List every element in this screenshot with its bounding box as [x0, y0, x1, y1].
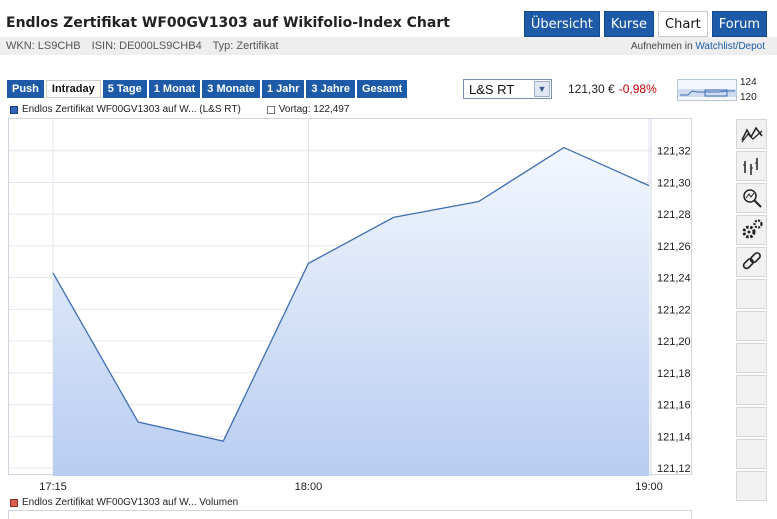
- y-tick-label: 121,28: [657, 209, 691, 221]
- tab-forum[interactable]: Forum: [711, 11, 767, 37]
- isin-label: ISIN: DE000LS9CHB4: [91, 40, 202, 52]
- y-tick-label: 121,24: [657, 273, 691, 285]
- y-tick-label: 121,30: [657, 177, 691, 189]
- series-legend-label: Endlos Zertifikat WF00GV1303 auf W... (L…: [22, 104, 241, 115]
- toolbar-empty-slot-1: [736, 279, 767, 309]
- watchlist-depot-link[interactable]: Watchlist/Depot: [695, 41, 765, 52]
- price-chart[interactable]: 121,12 121,14 121,16 121,18 121,20 121,22 121,…: [8, 118, 692, 493]
- time-range-bar: Push Intraday 5 Tage 1 Monat 3 Monate 1 …: [7, 80, 408, 98]
- volume-swatch: [10, 498, 18, 507]
- last-price: 121,30 €: [568, 82, 615, 96]
- exchange-select-value: L&S RT: [469, 82, 515, 97]
- add-to-label: Aufnehmen in: [630, 41, 693, 52]
- ohlc-bars-icon[interactable]: [736, 151, 767, 181]
- toolbar-empty-slot-7: [736, 471, 767, 501]
- volume-legend: Endlos Zertifikat WF00GV1303 auf W... Vo…: [10, 497, 238, 508]
- previous-day-swatch: [266, 105, 275, 114]
- y-tick-label: 121,26: [657, 241, 691, 253]
- range-1-monat-button[interactable]: 1 Monat: [148, 80, 201, 98]
- toolbar-empty-slot-4: [736, 375, 767, 405]
- previous-day-label: Vortag: 122,497: [278, 104, 350, 115]
- page-title: Endlos Zertifikat WF00GV1303 auf Wikifol…: [6, 15, 450, 31]
- tab-uebersicht[interactable]: Übersicht: [523, 11, 600, 37]
- x-tick-label: 19:00: [635, 481, 663, 493]
- y-tick-label: 121,16: [657, 400, 691, 412]
- y-tick-label: 121,32: [657, 146, 691, 158]
- mini-chart-graphic: [678, 89, 736, 97]
- range-5-tage-button[interactable]: 5 Tage: [102, 80, 147, 98]
- quote: 121,30 € -0,98%: [568, 82, 657, 96]
- link-icon[interactable]: [736, 247, 767, 277]
- range-gesamt-button[interactable]: Gesamt: [356, 80, 408, 98]
- y-tick-label: 121,18: [657, 368, 691, 380]
- tab-kurse[interactable]: Kurse: [603, 11, 655, 37]
- mini-chart-high-label: 124: [740, 77, 757, 88]
- type-label: Typ: Zertifikat: [212, 40, 279, 52]
- x-tick-label: 17:15: [39, 481, 67, 493]
- settings-gears-icon[interactable]: [736, 215, 767, 245]
- chart-legend: Endlos Zertifikat WF00GV1303 auf W... (L…: [10, 104, 349, 115]
- range-3-jahre-button[interactable]: 3 Jahre: [306, 80, 355, 98]
- info-bar: WKN: LS9CHB ISIN: DE000LS9CHB4 Typ: Zert…: [0, 37, 777, 55]
- exchange-select[interactable]: L&S RT ▼: [463, 79, 552, 99]
- price-change: -0,98%: [618, 82, 657, 96]
- toolbar-empty-slot-6: [736, 439, 767, 469]
- volume-legend-label: Endlos Zertifikat WF00GV1303 auf W... Vo…: [22, 497, 239, 508]
- y-tick-label: 121,14: [657, 431, 691, 443]
- mini-range-chart[interactable]: [677, 79, 737, 101]
- zoom-icon[interactable]: [736, 183, 767, 213]
- toolbar-empty-slot-5: [736, 407, 767, 437]
- chevron-down-icon[interactable]: ▼: [534, 81, 550, 97]
- chart-toolbar: [736, 119, 767, 503]
- toolbar-empty-slot-2: [736, 311, 767, 341]
- range-1-jahr-button[interactable]: 1 Jahr: [261, 80, 305, 98]
- x-tick-label: 18:00: [295, 481, 323, 493]
- y-tick-label: 121,12: [657, 463, 691, 475]
- series-swatch: [10, 105, 18, 114]
- volume-panel: [8, 510, 692, 519]
- range-3-monate-button[interactable]: 3 Monate: [202, 80, 260, 98]
- price-chart-svg: 121,12 121,14 121,16 121,18 121,20 121,22 121,…: [9, 119, 691, 493]
- range-push-button[interactable]: Push: [7, 80, 44, 98]
- toolbar-empty-slot-3: [736, 343, 767, 373]
- line-chart-icon[interactable]: [736, 119, 767, 149]
- y-tick-label: 121,20: [657, 336, 691, 348]
- mini-chart-low-label: 120: [740, 92, 757, 103]
- y-tick-label: 121,22: [657, 304, 691, 316]
- top-navigation: Übersicht Kurse Chart Forum: [523, 11, 767, 37]
- tab-chart[interactable]: Chart: [658, 11, 708, 37]
- wkn-label: WKN: LS9CHB: [6, 40, 81, 52]
- price-area: [53, 147, 649, 476]
- range-intraday-button[interactable]: Intraday: [45, 80, 101, 98]
